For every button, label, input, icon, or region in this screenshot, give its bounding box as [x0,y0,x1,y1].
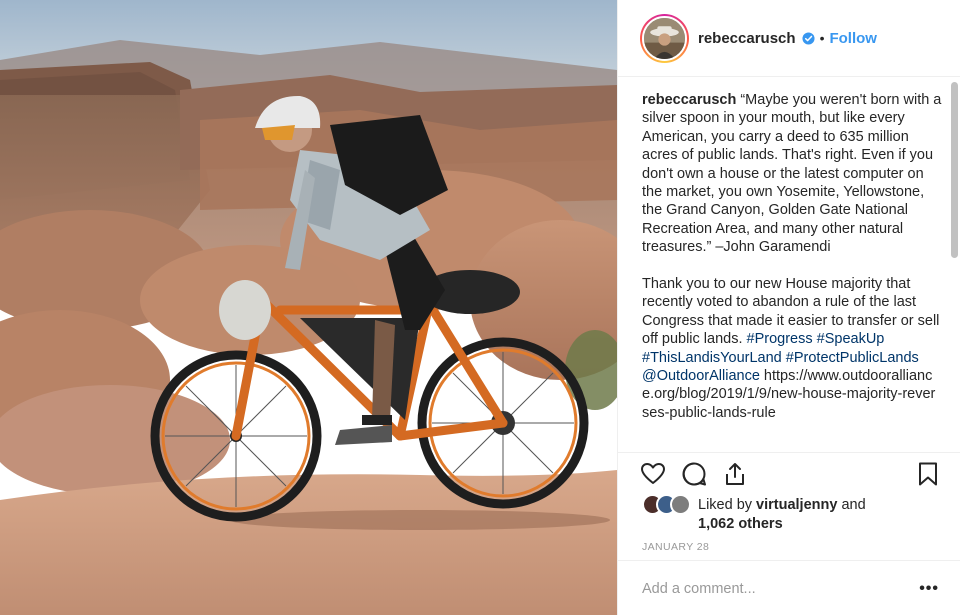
hashtag-link[interactable]: #SpeakUp [817,331,885,347]
caption-username[interactable]: rebeccarusch [642,92,736,108]
liker-avatar [670,494,691,515]
follow-button[interactable]: Follow [829,30,877,47]
post-header: rebeccarusch • Follow [618,0,960,77]
liker-username[interactable]: virtualjenny [756,497,837,513]
liker-avatars[interactable] [642,494,694,516]
caption-paragraph-2: Thank you to our new House majority that… [642,275,942,422]
hashtag-link[interactable]: #Progress [747,331,813,347]
comment-bar: ••• [618,560,960,615]
verified-badge-icon [802,31,815,45]
avatar-image [644,17,685,59]
photo-illustration [0,0,617,615]
likes-conj: and [841,497,866,513]
heart-icon[interactable] [640,461,666,487]
action-bar [618,452,960,492]
caption-quote: “Maybe you weren't born with a silver sp… [642,92,942,256]
comment-input[interactable] [642,581,902,597]
instagram-post: rebeccarusch • Follow rebeccarusch “Mayb… [0,0,960,615]
more-options-button[interactable]: ••• [919,580,939,598]
bookmark-icon[interactable] [915,461,941,487]
likes-line-1: Liked by virtualjenny and [698,496,866,515]
likes-section: Liked by virtualjenny and 1,062 others [642,494,942,534]
avatar-ring[interactable] [640,13,689,63]
avatar[interactable] [642,15,687,61]
header-separator: • [819,30,825,46]
post-caption: rebeccarusch “Maybe you weren't born wit… [642,91,942,448]
hashtag-link[interactable]: #ProtectPublicLands [786,350,919,366]
post-date[interactable]: JANUARY 28 [642,541,709,553]
mention-link[interactable]: @OutdoorAlliance [642,368,760,384]
header-username[interactable]: rebeccarusch [698,30,796,47]
comment-icon[interactable] [681,461,707,487]
caption-paragraph-1: rebeccarusch “Maybe you weren't born wit… [642,91,942,257]
share-icon[interactable] [722,461,748,487]
likes-prefix: Liked by [698,497,753,513]
caption-scrollbar[interactable] [951,82,958,258]
post-sidebar: rebeccarusch • Follow rebeccarusch “Mayb… [617,0,960,615]
hashtag-link[interactable]: #ThisLandisYourLand [642,350,782,366]
likes-count[interactable]: 1,062 others [698,515,783,534]
post-photo[interactable] [0,0,617,615]
